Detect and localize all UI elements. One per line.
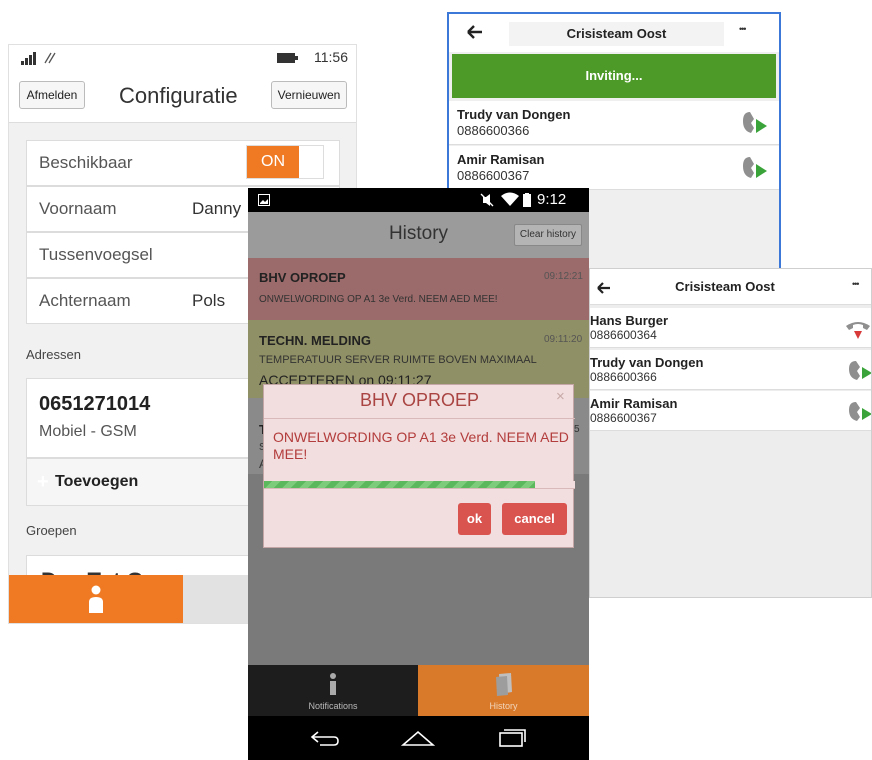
addresses-heading: Adressen (26, 347, 81, 362)
call-icon[interactable] (739, 109, 769, 137)
toggle-on-label: ON (247, 146, 299, 178)
contact-name: Amir Ramisan (590, 396, 678, 411)
logout-button[interactable]: Afmelden (19, 81, 85, 109)
address-type: Mobiel - GSM (39, 423, 137, 440)
call-icon[interactable] (739, 154, 769, 182)
call-icon[interactable] (846, 399, 871, 425)
status-time: 9:12 (537, 191, 567, 208)
status-bar: 11:56 (9, 45, 356, 71)
plus-icon: + (37, 471, 49, 493)
item-text: TEMPERATUUR SERVER RUIMTE BOVEN MAXIMAAL (259, 354, 537, 366)
contact-number: 0886600367 (590, 411, 657, 425)
back-arrow-icon[interactable] (467, 25, 483, 39)
row-label: Voornaam (39, 199, 117, 218)
hangup-icon[interactable] (844, 318, 871, 342)
wifi-icon (501, 192, 519, 207)
tab-bar: Notifications History (248, 665, 589, 716)
item-time: 09:12:21 (544, 271, 583, 282)
person-icon (88, 585, 104, 615)
recents-icon[interactable] (498, 727, 526, 747)
history-icon (494, 672, 514, 696)
info-icon (328, 673, 338, 695)
history-item[interactable]: BHV OPROEP 09:12:21 ONWELWORDING OP A1 3… (248, 258, 589, 320)
dialog-message: ONWELWORDING OP A1 3e Verd. NEEM AED MEE… (273, 429, 569, 462)
page-title: Crisisteam Oost (675, 279, 775, 294)
address-number: 0651271014 (39, 393, 151, 415)
tab-notifications[interactable]: Notifications (248, 665, 418, 716)
contact-row[interactable]: Amir Ramisan 0886600367 (449, 146, 779, 190)
contact-number: 0886600364 (590, 328, 657, 342)
contact-name: Trudy van Dongen (457, 107, 571, 122)
tab-history[interactable]: History (418, 665, 589, 716)
status-time: 11:56 (314, 49, 348, 65)
call-icon[interactable] (846, 358, 871, 384)
divider (264, 418, 575, 419)
divider (264, 488, 575, 489)
contact-name: Amir Ramisan (457, 152, 545, 167)
row-label: Beschikbaar (39, 153, 133, 172)
row-beschikbaar: Beschikbaar ON (26, 140, 340, 186)
home-icon[interactable] (401, 730, 435, 746)
battery-icon (277, 53, 299, 63)
cancel-button[interactable]: cancel (502, 503, 567, 535)
contact-name: Hans Burger (590, 313, 669, 328)
mute-icon (480, 193, 494, 207)
contact-row[interactable]: Amir Ramisan 0886600367 (590, 391, 871, 431)
back-icon[interactable] (310, 729, 340, 747)
crisisteam-screen-right: Crisisteam Oost ••• Hans Burger 08866003… (589, 268, 872, 598)
tab-label: Notifications (308, 701, 358, 711)
item-title: BHV OPROEP (259, 270, 346, 285)
dialog-title: BHV OPROEP (359, 390, 480, 410)
header: Afmelden Configuratie Vernieuwen (9, 71, 356, 123)
progress-fill (264, 481, 535, 488)
contact-row[interactable]: Hans Burger 0886600364 (590, 308, 871, 348)
header: Crisisteam Oost ••• (590, 269, 871, 305)
signal-icon (21, 50, 61, 66)
item-time: 09:11:20 (544, 334, 583, 345)
back-arrow-icon[interactable] (597, 282, 611, 294)
more-menu-icon[interactable]: ••• (852, 279, 860, 289)
image-notification-icon (258, 194, 270, 206)
page-title: Crisisteam Oost (509, 22, 724, 46)
ok-button[interactable]: ok (458, 503, 491, 535)
contact-row[interactable]: Trudy van Dongen 0886600366 (449, 101, 779, 145)
header: History Clear history (248, 212, 589, 258)
nav-tab-profile[interactable] (9, 575, 183, 623)
more-menu-icon[interactable]: ••• (739, 24, 747, 34)
add-label: Toevoegen (55, 473, 139, 490)
clear-history-button[interactable]: Clear history (514, 224, 582, 246)
item-text: ONWELWORDING OP A1 3e Verd. NEEM AED MEE… (259, 294, 498, 305)
contact-number: 0886600366 (457, 123, 530, 138)
contact-number: 0886600366 (590, 370, 657, 384)
groups-heading: Groepen (26, 523, 77, 538)
row-value: Pols (192, 291, 226, 310)
header: Crisisteam Oost ••• (449, 14, 779, 52)
item-title: TECHN. MELDING (259, 333, 371, 348)
status-bar: 9:12 (248, 188, 589, 212)
history-screen: 9:12 History Clear history BHV OPROEP 09… (248, 188, 589, 760)
availability-toggle[interactable]: ON (246, 145, 324, 179)
contact-name: Trudy van Dongen (590, 355, 704, 370)
contact-row[interactable]: Trudy van Dongen 0886600366 (590, 350, 871, 390)
row-label: Tussenvoegsel (39, 245, 153, 264)
close-icon[interactable]: × (556, 388, 565, 405)
inviting-banner: Inviting... (452, 54, 776, 98)
item-time: 5 (574, 424, 580, 435)
system-nav-bar (248, 716, 589, 760)
page-title: Configuratie (119, 83, 238, 108)
alert-dialog: BHV OPROEP × ONWELWORDING OP A1 3e Verd.… (263, 384, 575, 548)
contact-number: 0886600367 (457, 168, 530, 183)
progress-bar (264, 481, 575, 488)
tab-label: History (489, 701, 518, 711)
row-label: Achternaam (39, 291, 131, 310)
battery-icon (523, 193, 531, 207)
refresh-button[interactable]: Vernieuwen (271, 81, 347, 109)
row-value: Danny (192, 199, 242, 218)
